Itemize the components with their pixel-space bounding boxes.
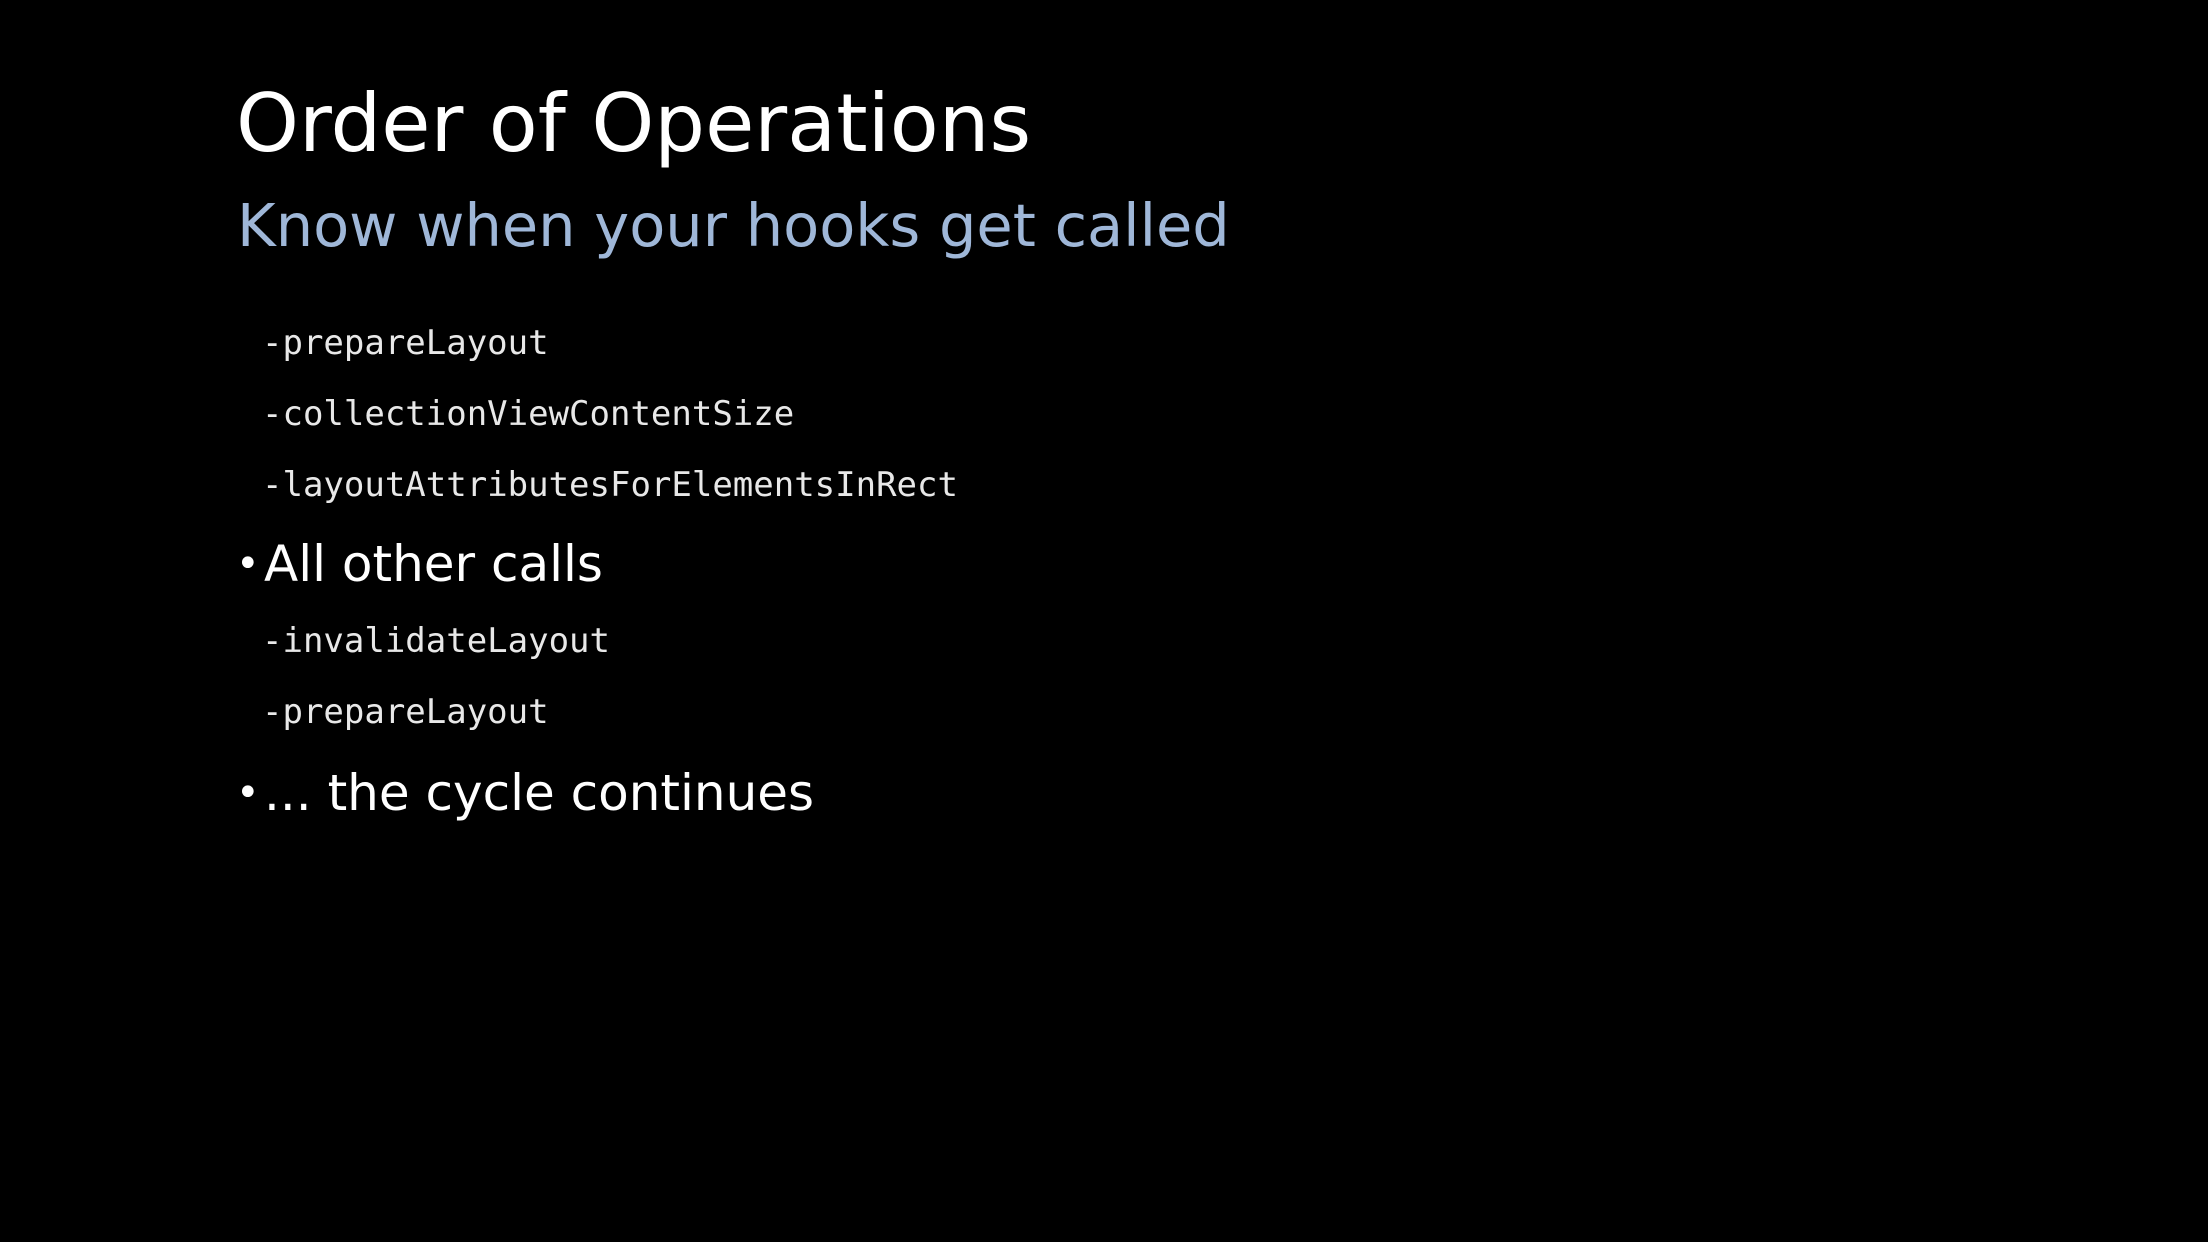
slide-subtitle: Know when your hooks get called [237,191,1230,260]
bullet-dot-icon: • [236,541,260,587]
slide: Order of Operations Know when your hooks… [0,0,2208,1242]
code-line-invalidate-layout: -invalidateLayout [262,621,610,661]
bullet-dot-icon: • [236,770,260,816]
code-line-collection-view-content-size: -collectionViewContentSize [262,394,795,434]
bullet-all-other-calls: •All other calls [236,539,603,589]
bullet-text: All other calls [264,535,603,593]
code-line-prepare-layout-repeat: -prepareLayout [262,692,549,732]
bullet-cycle-continues: •... the cycle continues [236,768,814,818]
code-line-layout-attributes-for-elements-in-rect: -layoutAttributesForElementsInRect [262,465,958,505]
code-line-prepare-layout: -prepareLayout [262,323,549,363]
slide-title: Order of Operations [236,77,1032,170]
bullet-text: ... the cycle continues [264,764,815,822]
